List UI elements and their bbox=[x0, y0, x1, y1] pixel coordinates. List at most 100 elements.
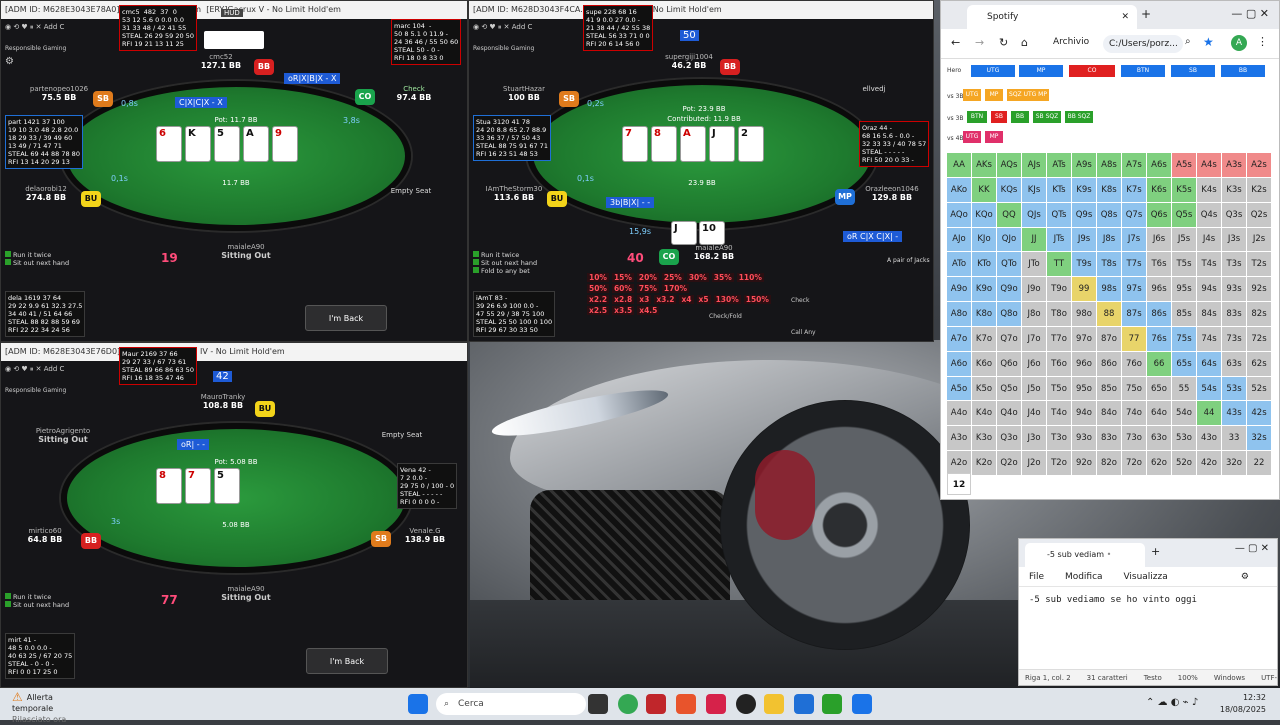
seat-mp[interactable]: Orazleeon1046 129.8 BB bbox=[857, 185, 927, 202]
range-cell[interactable]: T3s bbox=[1222, 252, 1246, 277]
seat-empty[interactable]: Empty Seat bbox=[386, 187, 436, 195]
range-cell[interactable]: 93o bbox=[1072, 426, 1096, 451]
range-cell[interactable]: J6s bbox=[1147, 227, 1171, 252]
vs-sqz-button[interactable]: SQZ UTG MP bbox=[1007, 89, 1049, 101]
range-cell[interactable]: K9o bbox=[972, 277, 996, 302]
range-cell[interactable]: A9s bbox=[1072, 153, 1096, 177]
poker-table-window-3[interactable]: [ADM ID: M628E3043E76D0] ...[DTD]Interam… bbox=[0, 342, 468, 688]
range-cell[interactable]: 76s bbox=[1147, 326, 1171, 351]
poker-app-icon[interactable] bbox=[646, 694, 666, 714]
range-cell[interactable]: Q7o bbox=[997, 326, 1021, 351]
window-controls[interactable]: — ▢ ✕ bbox=[1231, 7, 1269, 20]
range-cell[interactable]: AKs bbox=[972, 153, 996, 177]
range-cell[interactable]: 96s bbox=[1147, 277, 1171, 302]
range-cell[interactable]: AJs bbox=[1022, 153, 1046, 177]
range-cell[interactable]: T8o bbox=[1047, 302, 1071, 326]
range-cell[interactable]: Q4s bbox=[1197, 202, 1221, 227]
range-cell[interactable]: J7s bbox=[1122, 227, 1146, 252]
range-cell[interactable]: 98o bbox=[1072, 302, 1096, 326]
chrome-icon[interactable] bbox=[618, 694, 638, 714]
menu-modifica[interactable]: Modifica bbox=[1065, 572, 1103, 582]
range-cell[interactable]: AJo bbox=[947, 227, 971, 252]
range-cell[interactable]: KTo bbox=[972, 252, 996, 277]
range-cell[interactable]: 98s bbox=[1097, 277, 1121, 302]
tab-spotify[interactable]: Spotify ✕ bbox=[967, 5, 1137, 29]
range-cell[interactable]: AA bbox=[947, 153, 971, 177]
range-cell[interactable]: J8o bbox=[1022, 302, 1046, 326]
range-cell[interactable]: Q4o bbox=[997, 401, 1021, 426]
range-cell[interactable]: J9s bbox=[1072, 227, 1096, 252]
window-controls[interactable]: — ▢ ✕ bbox=[1235, 543, 1269, 554]
range-cell[interactable]: 63o bbox=[1147, 426, 1171, 451]
back-icon[interactable]: ← bbox=[951, 36, 960, 49]
table-toolbar[interactable]: ◉ ⟲ ♥ ⏸ ✕ Add C bbox=[5, 365, 64, 379]
range-cell[interactable]: 72s bbox=[1247, 326, 1271, 351]
range-cell[interactable]: Q6s bbox=[1147, 202, 1171, 227]
range-cell[interactable]: 87s bbox=[1122, 302, 1146, 326]
seat-top[interactable]: supergiji1004 46.2 BB bbox=[649, 53, 729, 70]
range-cell[interactable]: 43s bbox=[1222, 401, 1246, 426]
range-cell[interactable]: T9o bbox=[1047, 277, 1071, 302]
range-cell[interactable]: 22 bbox=[1247, 451, 1271, 475]
range-cell[interactable]: 64s bbox=[1197, 351, 1221, 376]
range-cell[interactable]: JJ bbox=[1022, 227, 1046, 252]
options-checkboxes[interactable]: Run it twice Sit out next hand bbox=[5, 593, 69, 609]
range-cell[interactable]: 65o bbox=[1147, 376, 1171, 401]
range-cell[interactable]: 53s bbox=[1222, 376, 1246, 401]
weather-widget[interactable]: ⚠ Allerta temporale Rilasciato ora bbox=[12, 691, 82, 725]
responsible-gaming-link[interactable]: Responsible Gaming bbox=[5, 45, 66, 52]
range-cell[interactable]: T2o bbox=[1047, 451, 1071, 475]
range-cell[interactable]: A6o bbox=[947, 351, 971, 376]
range-cell[interactable]: A6s bbox=[1147, 153, 1171, 177]
settings-icon[interactable]: ⚙ bbox=[5, 56, 14, 67]
range-cell[interactable]: QQ bbox=[997, 202, 1021, 227]
range-cell[interactable]: 42o bbox=[1197, 451, 1221, 475]
range-cell[interactable]: A8s bbox=[1097, 153, 1121, 177]
vs-mp-button[interactable]: MP bbox=[985, 89, 1003, 101]
range-cell[interactable]: 72o bbox=[1122, 451, 1146, 475]
vs-utg-button[interactable]: UTG bbox=[963, 89, 981, 101]
range-cell[interactable]: K4s bbox=[1197, 177, 1221, 202]
range-cell[interactable]: AKo bbox=[947, 177, 971, 202]
range-cell[interactable]: 62s bbox=[1247, 351, 1271, 376]
home-icon[interactable]: ⌂ bbox=[1021, 36, 1028, 49]
new-tab-icon[interactable]: + bbox=[1151, 545, 1160, 558]
range-cell[interactable]: K8s bbox=[1097, 177, 1121, 202]
hud-bottom-left[interactable]: dela 1619 37 64 29 22 9.9 61 32.3 27.5 3… bbox=[5, 291, 86, 337]
range-cell[interactable]: QTo bbox=[997, 252, 1021, 277]
range-cell[interactable]: 44 bbox=[1197, 401, 1221, 426]
range-cell[interactable]: 42s bbox=[1247, 401, 1271, 426]
vs-sb-sqz-button[interactable]: SB SQZ bbox=[1033, 111, 1061, 123]
range-cell[interactable]: T9s bbox=[1072, 252, 1096, 277]
range-cell[interactable]: Q6o bbox=[997, 351, 1021, 376]
seat-bottom-left[interactable]: delaorobi12 274.8 BB bbox=[11, 185, 81, 202]
seat-left[interactable]: partenopeo1026 75.5 BB bbox=[19, 85, 99, 102]
range-cell[interactable]: K9s bbox=[1072, 177, 1096, 202]
range-cell[interactable]: 83o bbox=[1097, 426, 1121, 451]
range-cell[interactable]: ATs bbox=[1047, 153, 1071, 177]
range-cell[interactable]: A9o bbox=[947, 277, 971, 302]
vs-bb-sqz-button[interactable]: BB SQZ bbox=[1065, 111, 1093, 123]
check-fold-option[interactable]: Check/Fold bbox=[709, 313, 742, 320]
range-cell[interactable]: A5o bbox=[947, 376, 971, 401]
range-cell[interactable]: A4o bbox=[947, 401, 971, 426]
range-cell[interactable]: K3o bbox=[972, 426, 996, 451]
range-cell[interactable]: TT bbox=[1047, 252, 1071, 277]
seat-top[interactable]: MauroTranky 108.8 BB bbox=[183, 393, 263, 410]
range-cell[interactable]: J4o bbox=[1022, 401, 1046, 426]
range-cell[interactable]: Q9o bbox=[997, 277, 1021, 302]
range-cell[interactable]: 54o bbox=[1172, 401, 1196, 426]
range-cell[interactable]: K8o bbox=[972, 302, 996, 326]
range-cell[interactable]: 86o bbox=[1097, 351, 1121, 376]
range-cell[interactable]: K5o bbox=[972, 376, 996, 401]
hero-seat[interactable]: maialeA90 168.2 BB bbox=[679, 244, 749, 261]
range-cell[interactable]: T6o bbox=[1047, 351, 1071, 376]
range-cell[interactable]: 33 bbox=[1222, 426, 1246, 451]
call-any-option[interactable]: Call Any bbox=[791, 329, 816, 336]
notepad-window[interactable]: -5 sub vediam • + — ▢ ✕ File Modifica Vi… bbox=[1018, 538, 1278, 698]
seat-right[interactable]: ellvedj bbox=[849, 85, 899, 93]
taskbar-search[interactable]: ⌕ Cerca bbox=[436, 693, 586, 715]
range-cell[interactable]: 32o bbox=[1222, 451, 1246, 475]
range-cell[interactable]: J5o bbox=[1022, 376, 1046, 401]
range-cell[interactable]: K2s bbox=[1247, 177, 1271, 202]
